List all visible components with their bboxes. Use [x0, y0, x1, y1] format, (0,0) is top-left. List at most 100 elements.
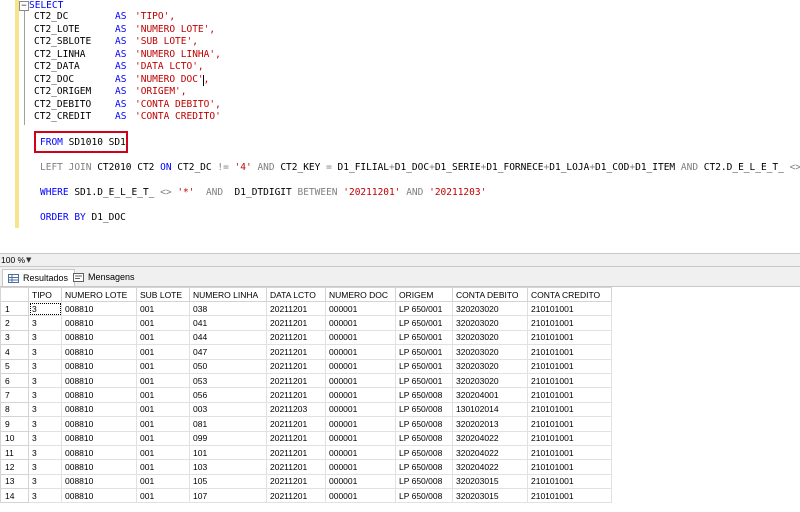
table-cell[interactable]: 320203020 — [452, 315, 528, 331]
table-cell[interactable]: 008810 — [61, 372, 137, 389]
table-cell[interactable]: 000001 — [325, 488, 396, 504]
table-cell[interactable]: 320204022 — [452, 444, 528, 461]
table-cell[interactable]: 210101001 — [527, 473, 612, 490]
column-header[interactable]: NUMERO LINHA — [189, 287, 267, 302]
table-row[interactable]: 13 3 008810 001 105 20211201 000001 LP 650/008 3… — [0, 473, 612, 490]
table-cell[interactable]: 3 — [28, 430, 62, 446]
table-cell[interactable]: 3 — [28, 329, 62, 346]
table-cell[interactable]: 000001 — [325, 387, 396, 403]
table-cell[interactable]: 001 — [136, 444, 190, 461]
table-cell[interactable]: 20211201 — [266, 473, 326, 490]
table-cell[interactable]: 000001 — [325, 344, 396, 360]
table-row[interactable]: 12 3 008810 001 103 20211201 000001 LP 650/008 3… — [0, 459, 612, 475]
row-number[interactable]: 12 — [0, 459, 29, 475]
row-number-header[interactable] — [0, 287, 29, 302]
table-cell[interactable]: LP 650/008 — [395, 387, 453, 403]
table-cell[interactable]: 210101001 — [527, 459, 612, 475]
column-header[interactable]: SUB LOTE — [136, 287, 190, 302]
table-cell[interactable]: 001 — [136, 459, 190, 475]
column-header[interactable]: DATA LCTO — [266, 287, 326, 302]
table-cell[interactable]: 3 — [28, 372, 62, 389]
table-cell[interactable]: 20211201 — [266, 416, 326, 432]
row-number[interactable]: 3 — [0, 329, 29, 346]
table-cell[interactable]: 008810 — [61, 430, 137, 446]
table-cell[interactable]: 210101001 — [527, 315, 612, 331]
table-cell[interactable]: 001 — [136, 416, 190, 432]
table-cell[interactable]: 130102014 — [452, 401, 528, 418]
table-cell[interactable]: 105 — [189, 473, 267, 490]
table-cell[interactable]: LP 650/008 — [395, 416, 453, 432]
table-cell[interactable]: LP 650/008 — [395, 401, 453, 418]
column-header[interactable]: NUMERO LOTE — [61, 287, 137, 302]
column-header[interactable]: TIPO — [28, 287, 62, 302]
table-cell[interactable]: 003 — [189, 401, 267, 418]
table-cell[interactable]: 20211201 — [266, 315, 326, 331]
table-cell[interactable]: 000001 — [325, 401, 396, 418]
table-row[interactable]: 11 3 008810 001 101 20211201 000001 LP 650/008 3… — [0, 444, 612, 461]
table-cell[interactable]: 210101001 — [527, 430, 612, 446]
column-header[interactable]: ORIGEM — [395, 287, 453, 302]
table-row[interactable]: 2 3 008810 001 041 20211201 000001 LP 650/001 32… — [0, 315, 612, 331]
table-cell[interactable]: 008810 — [61, 344, 137, 360]
table-cell[interactable]: 3 — [28, 473, 62, 490]
table-cell[interactable]: 001 — [136, 387, 190, 403]
table-cell[interactable]: 210101001 — [527, 416, 612, 432]
row-number[interactable]: 11 — [0, 444, 29, 461]
table-cell[interactable]: 000001 — [325, 300, 396, 317]
table-cell[interactable]: 099 — [189, 430, 267, 446]
table-cell[interactable]: 000001 — [325, 473, 396, 490]
table-cell[interactable]: 041 — [189, 315, 267, 331]
table-cell[interactable]: 000001 — [325, 444, 396, 461]
table-cell[interactable]: 001 — [136, 358, 190, 374]
table-cell[interactable]: 3 — [28, 488, 62, 504]
table-row[interactable]: 6 3 008810 001 053 20211201 000001 LP 650/001 32… — [0, 372, 612, 389]
row-number[interactable]: 7 — [0, 387, 29, 403]
table-cell[interactable]: 001 — [136, 430, 190, 446]
table-cell[interactable]: 320203020 — [452, 372, 528, 389]
tab-mensagens[interactable]: Mensagens — [68, 269, 141, 286]
table-cell[interactable]: LP 650/001 — [395, 372, 453, 389]
table-cell[interactable]: LP 650/001 — [395, 344, 453, 360]
collapse-icon[interactable]: − — [19, 1, 29, 11]
table-cell[interactable]: 210101001 — [527, 344, 612, 360]
table-cell[interactable]: 044 — [189, 329, 267, 346]
table-cell[interactable]: 20211201 — [266, 444, 326, 461]
row-number[interactable]: 4 — [0, 344, 29, 360]
table-cell[interactable]: 20211201 — [266, 459, 326, 475]
table-cell[interactable]: 001 — [136, 329, 190, 346]
table-cell[interactable]: 210101001 — [527, 401, 612, 418]
table-cell[interactable]: 20211201 — [266, 344, 326, 360]
table-cell[interactable]: 20211201 — [266, 329, 326, 346]
table-cell[interactable]: 000001 — [325, 329, 396, 346]
table-cell[interactable]: 320202013 — [452, 416, 528, 432]
row-number[interactable]: 14 — [0, 488, 29, 504]
row-number[interactable]: 2 — [0, 315, 29, 331]
table-cell[interactable]: 008810 — [61, 315, 137, 331]
table-cell[interactable]: 20211201 — [266, 387, 326, 403]
table-row[interactable]: 5 3 008810 001 050 20211201 000001 LP 650/001 32… — [0, 358, 612, 374]
table-cell[interactable]: 320204001 — [452, 387, 528, 403]
table-cell[interactable]: 001 — [136, 372, 190, 389]
table-cell[interactable]: 320203015 — [452, 488, 528, 504]
table-cell[interactable]: 3 — [28, 300, 62, 317]
table-cell[interactable]: 3 — [28, 387, 62, 403]
table-cell[interactable]: 320204022 — [452, 430, 528, 446]
tab-resultados[interactable]: Resultados — [2, 269, 76, 286]
table-row[interactable]: 8 3 008810 001 003 20211203 000001 LP 650/008 13… — [0, 401, 612, 418]
table-cell[interactable]: 008810 — [61, 416, 137, 432]
table-row[interactable]: 3 3 008810 001 044 20211201 000001 LP 650/001 32… — [0, 329, 612, 346]
table-cell[interactable]: 008810 — [61, 444, 137, 461]
table-cell[interactable]: 001 — [136, 315, 190, 331]
table-cell[interactable]: 001 — [136, 401, 190, 418]
column-header[interactable]: NUMERO DOC — [325, 287, 396, 302]
table-cell[interactable]: 3 — [28, 444, 62, 461]
column-header[interactable]: CONTA CREDITO — [527, 287, 612, 302]
table-cell[interactable]: 210101001 — [527, 329, 612, 346]
table-cell[interactable]: 3 — [28, 358, 62, 374]
table-row[interactable]: 9 3 008810 001 081 20211201 000001 LP 650/008 32… — [0, 416, 612, 432]
table-cell[interactable]: 210101001 — [527, 488, 612, 504]
table-cell[interactable]: LP 650/008 — [395, 473, 453, 490]
table-cell[interactable]: 000001 — [325, 358, 396, 374]
table-cell[interactable]: 001 — [136, 473, 190, 490]
table-cell[interactable]: 000001 — [325, 459, 396, 475]
